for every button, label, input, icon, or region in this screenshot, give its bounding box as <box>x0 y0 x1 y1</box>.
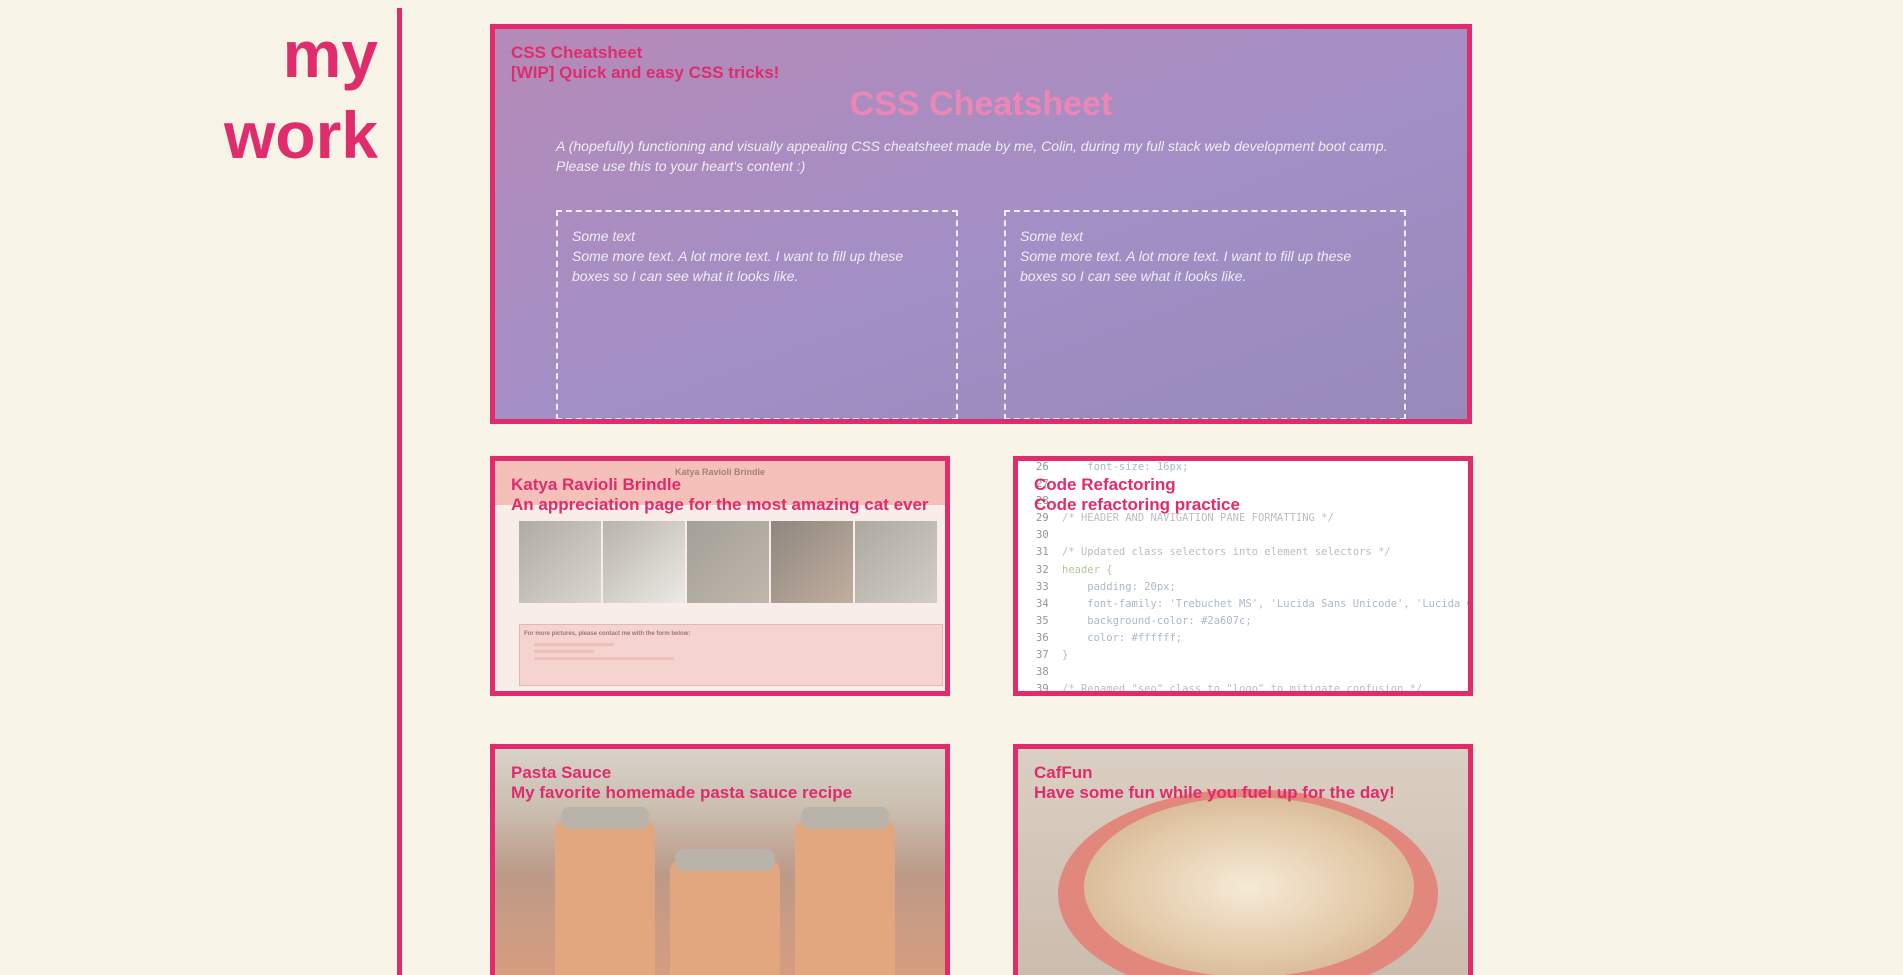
project-title: Katya Ravioli Brindle <box>511 475 682 494</box>
project-title: Pasta Sauce <box>511 763 612 782</box>
project-subtitle: Code refactoring practice <box>1034 495 1240 514</box>
project-subtitle: [WIP] Quick and easy CSS tricks! <box>511 63 780 82</box>
project-card-code-refactoring[interactable]: 26 font-size: 16px; 27} 28 29/* HEADER AND … <box>1013 456 1473 696</box>
preview-description-line-1: A (hopefully) functioning and visually a… <box>556 138 1388 154</box>
preview-box-body: Some more text. A lot more text. I want … <box>572 248 904 284</box>
page-title-line-2: work <box>223 98 378 172</box>
preview-description-line-2: Please use this to your heart's content … <box>556 158 806 174</box>
project-caption: Code Refactoring Code refactoring practi… <box>1034 475 1240 515</box>
preview-box-body: Some more text. A lot more text. I want … <box>1020 248 1352 284</box>
project-caption: Pasta Sauce My favorite homemade pasta s… <box>511 763 852 803</box>
project-caption: CSS Cheatsheet [WIP] Quick and easy CSS … <box>511 43 779 83</box>
project-card-pasta-sauce[interactable]: Pasta Sauce My favorite homemade pasta s… <box>490 744 950 975</box>
project-card-caffun[interactable]: CafFun Have some fun while you fuel up f… <box>1013 744 1473 975</box>
project-subtitle: An appreciation page for the most amazin… <box>511 495 929 514</box>
preview-box-label: Some text <box>1020 228 1084 244</box>
project-title: Code Refactoring <box>1034 475 1176 494</box>
project-card-css-cheatsheet[interactable]: CSS Cheatsheet [WIP] Quick and easy CSS … <box>490 24 1472 424</box>
preview-text-box: Some text Some more text. A lot more tex… <box>1004 210 1406 419</box>
page-title: my work <box>224 14 378 176</box>
vertical-divider <box>397 8 402 975</box>
project-subtitle: My favorite homemade pasta sauce recipe <box>511 783 853 802</box>
preview-text-box: Some text Some more text. A lot more tex… <box>556 210 958 419</box>
project-caption: Katya Ravioli Brindle An appreciation pa… <box>511 475 929 515</box>
project-caption: CafFun Have some fun while you fuel up f… <box>1034 763 1395 803</box>
project-subtitle: Have some fun while you fuel up for the … <box>1034 783 1395 802</box>
project-card-katya[interactable]: Katya Ravioli Brindle For more pictures,… <box>490 456 950 696</box>
preview-heading: CSS Cheatsheet <box>849 85 1113 123</box>
project-title: CSS Cheatsheet <box>511 43 643 62</box>
project-title: CafFun <box>1034 763 1093 782</box>
preview-box-label: Some text <box>572 228 636 244</box>
page-title-line-1: my <box>282 17 378 91</box>
preview-description: A (hopefully) functioning and visually a… <box>556 136 1406 176</box>
